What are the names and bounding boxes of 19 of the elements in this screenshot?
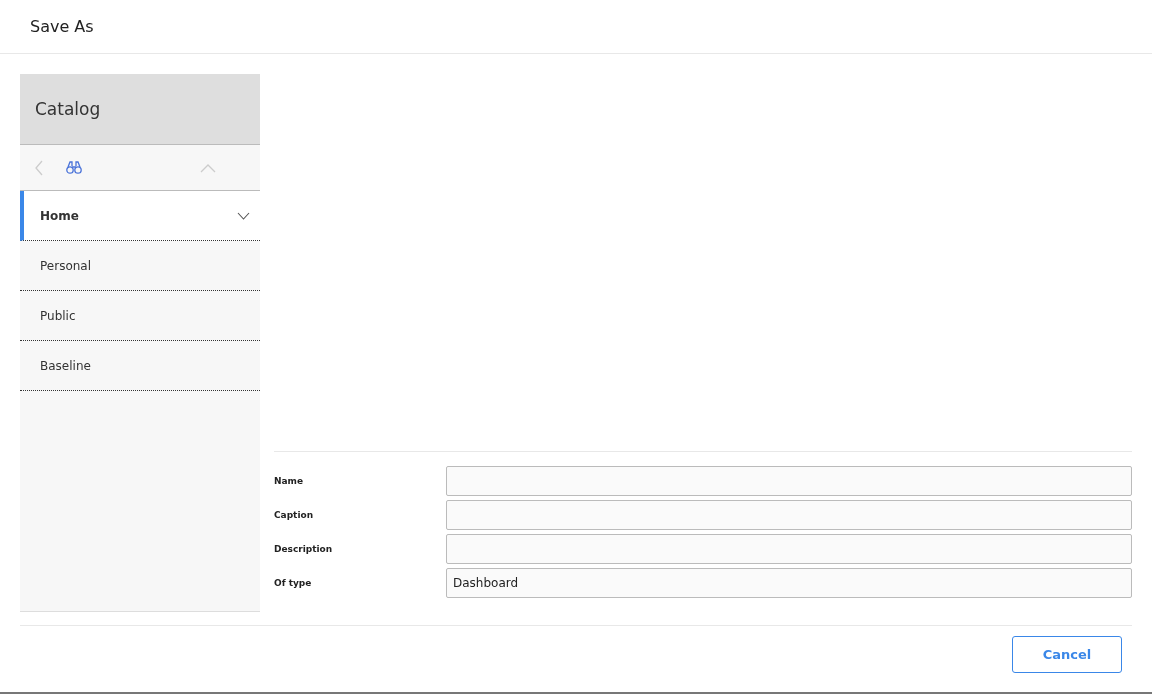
catalog-item[interactable]: Public xyxy=(20,291,260,341)
input-field[interactable] xyxy=(446,466,1132,496)
catalog-title: Catalog xyxy=(35,99,101,119)
collapse-icon[interactable] xyxy=(200,162,216,173)
back-icon[interactable] xyxy=(34,159,44,176)
cancel-button[interactable]: Cancel xyxy=(1012,636,1122,673)
chevron-down-icon[interactable] xyxy=(237,211,250,220)
dialog-title: Save As xyxy=(30,17,94,36)
field-label: Name xyxy=(274,476,305,486)
field-label: Of type xyxy=(274,578,313,588)
field-label: Caption xyxy=(274,510,315,520)
catalog-item[interactable]: Personal xyxy=(20,241,260,291)
input-field[interactable] xyxy=(446,500,1132,530)
catalog-item[interactable]: Home xyxy=(20,191,260,241)
input-field[interactable]: Dashboard xyxy=(446,568,1132,598)
search-icon[interactable] xyxy=(66,161,82,174)
field-label: Description xyxy=(274,544,334,554)
input-field[interactable] xyxy=(446,534,1132,564)
catalog-item[interactable]: Baseline xyxy=(20,341,260,391)
